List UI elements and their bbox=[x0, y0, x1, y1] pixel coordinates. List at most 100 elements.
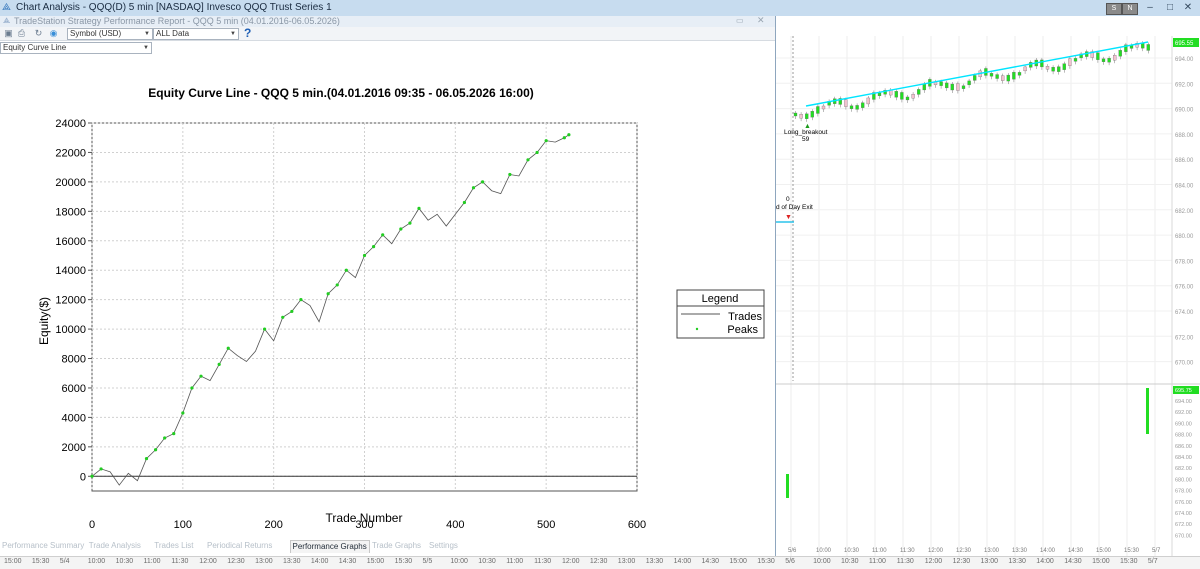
lower-price-label: 682.00 bbox=[1175, 466, 1192, 472]
price-window-controls: S N – □ ✕ bbox=[775, 0, 1200, 16]
peak-point bbox=[567, 133, 571, 137]
s-box-button[interactable]: S bbox=[1106, 3, 1122, 15]
candle-body bbox=[917, 89, 921, 95]
time-axis-label: 12:30 bbox=[227, 558, 245, 565]
candle-body bbox=[810, 111, 814, 118]
window-title: Chart Analysis - QQQ(D) 5 min [NASDAQ] I… bbox=[16, 2, 332, 13]
lower-price-label: 692.00 bbox=[1175, 410, 1192, 416]
price-label: 680.00 bbox=[1175, 234, 1194, 240]
candle-body bbox=[1096, 52, 1100, 60]
tab-settings[interactable]: Settings bbox=[429, 540, 458, 552]
legend-peaks-label: Peaks bbox=[727, 324, 758, 336]
candle-body bbox=[1073, 58, 1078, 62]
price-time-label: 15:30 bbox=[1124, 548, 1140, 554]
peak-point bbox=[535, 150, 539, 155]
candle-body bbox=[1107, 58, 1111, 63]
price-chart-panel: 694.00 692.00 690.00 688.00 686.00 684.00 682.… bbox=[776, 16, 1200, 556]
chevron-down-icon: ▼ bbox=[230, 31, 236, 37]
candle-body bbox=[900, 92, 904, 100]
peak-point bbox=[226, 346, 230, 350]
symbol-combo[interactable]: Symbol (USD) ▼ bbox=[67, 28, 153, 40]
peak-point bbox=[326, 292, 330, 296]
price-time-label: 13:00 bbox=[984, 548, 1000, 554]
help-icon[interactable]: ? bbox=[244, 26, 251, 40]
price-time-label: 15:00 bbox=[1096, 548, 1112, 554]
candle-body bbox=[1118, 50, 1122, 57]
report-close-icon[interactable]: ✕ bbox=[757, 15, 765, 26]
lower-price-label: 672.00 bbox=[1175, 522, 1192, 528]
price-label: 684.00 bbox=[1175, 184, 1194, 190]
legend-trades-label: Trades bbox=[728, 311, 762, 323]
y-tick-label: 22000 bbox=[55, 147, 86, 159]
candle-body bbox=[894, 91, 898, 98]
candle-body bbox=[1101, 58, 1106, 62]
chevron-down-icon: ▼ bbox=[144, 31, 150, 37]
y-tick-label: 16000 bbox=[55, 236, 86, 248]
candle-body bbox=[1057, 66, 1061, 72]
time-axis-label: 15:30 bbox=[31, 558, 50, 565]
n-box-button[interactable]: N bbox=[1122, 3, 1138, 15]
peak-point bbox=[217, 362, 221, 367]
price-label: 692.00 bbox=[1175, 82, 1194, 88]
peak-point bbox=[480, 180, 485, 184]
time-axis-label: 10:30 bbox=[841, 558, 859, 565]
time-axis-label: 10:00 bbox=[450, 558, 468, 565]
close-button[interactable]: ✕ bbox=[1177, 1, 1199, 15]
time-axis-label: 10:30 bbox=[478, 558, 496, 565]
exit-label: d of Day Exit bbox=[776, 204, 813, 211]
data-range-combo[interactable]: ALL Data ▼ bbox=[153, 28, 239, 40]
long-arrow-icon: ▲ bbox=[804, 123, 811, 130]
price-time-label: 11:30 bbox=[900, 548, 915, 554]
candle-body bbox=[1051, 67, 1055, 72]
minimize-button[interactable]: – bbox=[1139, 1, 1161, 15]
tab-trade-analysis[interactable]: Trade Analysis bbox=[89, 540, 141, 552]
time-axis-label: 10:30 bbox=[115, 558, 134, 565]
price-time-label: 14:00 bbox=[1040, 548, 1056, 554]
price-label: 682.00 bbox=[1175, 209, 1194, 215]
price-label: 678.00 bbox=[1175, 259, 1194, 265]
candle-body bbox=[844, 99, 848, 107]
peak-point bbox=[344, 268, 348, 272]
volume-bar bbox=[1146, 388, 1149, 434]
price-label: 686.00 bbox=[1175, 158, 1194, 164]
settings-icon[interactable]: ◉ bbox=[48, 28, 59, 38]
tab-performance-graphs[interactable]: Performance Graphs bbox=[289, 540, 370, 553]
time-axis-label: 13:00 bbox=[980, 558, 999, 565]
long-breakout-count: 59 bbox=[802, 136, 810, 143]
price-time-label: 14:30 bbox=[1068, 548, 1084, 554]
lower-price-label: 674.00 bbox=[1175, 511, 1192, 517]
peak-point bbox=[335, 283, 339, 287]
save-icon[interactable]: ▣ bbox=[3, 28, 14, 38]
tab-performance-summary[interactable]: Performance Summary bbox=[2, 540, 84, 552]
print-icon[interactable]: ⎙ bbox=[16, 28, 27, 38]
candle-body bbox=[1045, 66, 1050, 70]
peak-point bbox=[381, 233, 385, 237]
y-tick-label: 8000 bbox=[62, 354, 86, 366]
price-time-label: 10:30 bbox=[844, 548, 860, 554]
time-axis-label: 13:00 bbox=[255, 558, 273, 565]
time-axis-label: 11:00 bbox=[143, 558, 161, 565]
time-axis-label: 5/7 bbox=[1147, 558, 1158, 565]
chart-title: Equity Curve Line - QQQ 5 min.(04.01.201… bbox=[148, 86, 534, 100]
legend-title: Legend bbox=[702, 293, 739, 305]
price-label: 674.00 bbox=[1175, 310, 1194, 316]
peak-point bbox=[190, 386, 194, 390]
chevron-down-icon: ▼ bbox=[143, 45, 149, 51]
tab-trade-graphs[interactable]: Trade Graphs bbox=[372, 540, 421, 552]
time-axis-label: 15:00 bbox=[4, 558, 22, 565]
candle-body bbox=[877, 92, 882, 97]
candle-body bbox=[1012, 72, 1016, 80]
report-restore-icon[interactable]: ▭ bbox=[736, 16, 744, 25]
candle-body bbox=[793, 112, 798, 117]
price-label: 694.00 bbox=[1175, 57, 1194, 63]
report-toolbar: ▣ ⎙ ↻ ◉ Symbol (USD) ▼ ALL Data ▼ ? bbox=[0, 26, 775, 41]
time-axis-label: 11:00 bbox=[868, 558, 886, 565]
tab-periodical-returns[interactable]: Periodical Returns bbox=[207, 540, 272, 552]
price-time-label: 5/6 bbox=[788, 548, 797, 554]
time-axis-label: 15:00 bbox=[366, 558, 385, 565]
refresh-icon[interactable]: ↻ bbox=[33, 28, 44, 38]
y-tick-label: 2000 bbox=[62, 442, 86, 454]
tab-trades-list[interactable]: Trades List bbox=[154, 540, 193, 552]
lower-price-label: 686.00 bbox=[1175, 444, 1192, 450]
price-time-label: 12:30 bbox=[956, 548, 972, 554]
